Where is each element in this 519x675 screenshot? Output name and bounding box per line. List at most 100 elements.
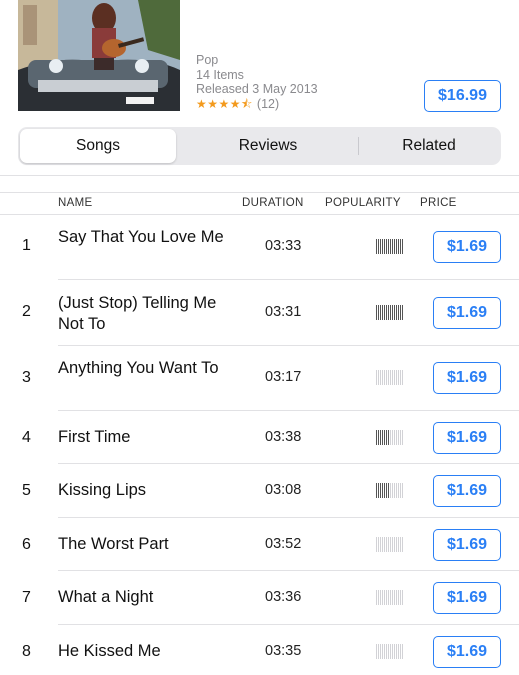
popularity-bar — [384, 430, 385, 445]
column-header-price[interactable]: PRICE — [420, 197, 457, 209]
popularity-bar — [390, 537, 391, 552]
popularity-bar — [382, 370, 383, 385]
album-metadata: Pop 14 Items Released 3 May 2013 ★★★★⯪ (1… — [196, 53, 318, 111]
album-rating[interactable]: ★★★★⯪ (12) — [196, 97, 318, 112]
popularity-bar — [382, 305, 383, 320]
popularity-bar — [376, 430, 377, 445]
popularity-bar — [396, 239, 397, 254]
rating-stars-icon: ★★★★⯪ — [196, 96, 253, 111]
track-title[interactable]: What a Night — [58, 587, 228, 608]
popularity-bar — [378, 483, 379, 498]
track-duration: 03:08 — [265, 482, 302, 498]
popularity-bar — [396, 590, 397, 605]
popularity-bar — [380, 305, 381, 320]
album-artwork[interactable] — [18, 0, 180, 111]
popularity-bar — [396, 537, 397, 552]
popularity-bar — [390, 644, 391, 659]
popularity-bar — [386, 239, 387, 254]
table-row[interactable]: 5 Kissing Lips 03:08 $1.69 — [0, 464, 519, 518]
popularity-bar — [376, 483, 377, 498]
track-duration: 03:36 — [265, 589, 302, 605]
tab-related[interactable]: Related — [359, 129, 499, 163]
track-duration: 03:31 — [265, 304, 302, 320]
popularity-bar — [384, 305, 385, 320]
popularity-bar — [402, 370, 403, 385]
popularity-bar — [400, 370, 401, 385]
track-title[interactable]: (Just Stop) Telling Me Not To — [58, 293, 228, 334]
popularity-bar — [378, 590, 379, 605]
popularity-meter — [376, 483, 404, 498]
track-title[interactable]: He Kissed Me — [58, 641, 228, 662]
popularity-bar — [394, 305, 395, 320]
table-row[interactable]: 3 Anything You Want To 03:17 $1.69 — [0, 346, 519, 411]
tab-songs[interactable]: Songs — [20, 129, 176, 163]
album-genre[interactable]: Pop — [196, 53, 318, 68]
popularity-bar — [386, 644, 387, 659]
table-row[interactable]: 8 He Kissed Me 03:35 $1.69 — [0, 625, 519, 675]
buy-track-button[interactable]: $1.69 — [433, 231, 501, 263]
popularity-bar — [398, 644, 399, 659]
popularity-bar — [378, 537, 379, 552]
table-row[interactable]: 4 First Time 03:38 $1.69 — [0, 411, 519, 464]
popularity-bar — [392, 370, 393, 385]
popularity-bar — [392, 590, 393, 605]
album-artwork-image — [18, 0, 180, 111]
popularity-bar — [380, 590, 381, 605]
popularity-bar — [396, 430, 397, 445]
popularity-bar — [376, 370, 377, 385]
popularity-meter — [376, 239, 404, 254]
column-header-name[interactable]: NAME — [58, 197, 92, 209]
popularity-bar — [388, 537, 389, 552]
popularity-bar — [390, 305, 391, 320]
track-number: 3 — [22, 369, 31, 386]
table-row[interactable]: 1 Say That You Love Me 03:33 $1.69 — [0, 215, 519, 280]
popularity-bar — [376, 537, 377, 552]
buy-track-button[interactable]: $1.69 — [433, 422, 501, 454]
popularity-bar — [396, 483, 397, 498]
track-title[interactable]: Kissing Lips — [58, 480, 228, 501]
track-duration: 03:35 — [265, 643, 302, 659]
track-title[interactable]: First Time — [58, 427, 228, 448]
popularity-bar — [380, 430, 381, 445]
popularity-bar — [384, 537, 385, 552]
buy-track-button[interactable]: $1.69 — [433, 475, 501, 507]
popularity-meter — [376, 537, 404, 552]
column-header-popularity[interactable]: POPULARITY — [325, 197, 401, 209]
rating-count: (12) — [256, 96, 280, 111]
popularity-bar — [376, 644, 377, 659]
popularity-bar — [382, 239, 383, 254]
popularity-bar — [388, 590, 389, 605]
track-duration: 03:17 — [265, 369, 302, 385]
track-title[interactable]: Say That You Love Me — [58, 227, 228, 248]
buy-track-button[interactable]: $1.69 — [433, 297, 501, 329]
popularity-bar — [382, 537, 383, 552]
buy-track-button[interactable]: $1.69 — [433, 529, 501, 561]
track-duration: 03:38 — [265, 429, 302, 445]
popularity-bar — [402, 483, 403, 498]
popularity-bar — [390, 590, 391, 605]
popularity-bar — [390, 239, 391, 254]
buy-track-button[interactable]: $1.69 — [433, 362, 501, 394]
buy-track-button[interactable]: $1.69 — [433, 582, 501, 614]
tab-reviews[interactable]: Reviews — [178, 129, 358, 163]
buy-album-button[interactable]: $16.99 — [424, 80, 501, 112]
popularity-bar — [394, 644, 395, 659]
popularity-bar — [398, 537, 399, 552]
column-header-duration[interactable]: DURATION — [242, 197, 304, 209]
track-number: 4 — [22, 429, 31, 446]
popularity-bar — [398, 430, 399, 445]
table-row[interactable]: 2 (Just Stop) Telling Me Not To 03:31 $1… — [0, 280, 519, 346]
popularity-bar — [398, 239, 399, 254]
popularity-bar — [398, 370, 399, 385]
buy-track-button[interactable]: $1.69 — [433, 636, 501, 668]
header-divider — [0, 192, 519, 193]
table-row[interactable]: 7 What a Night 03:36 $1.69 — [0, 571, 519, 625]
popularity-meter — [376, 370, 404, 385]
track-title[interactable]: Anything You Want To — [58, 358, 228, 379]
popularity-meter — [376, 644, 404, 659]
album-item-count: 14 Items — [196, 67, 244, 82]
popularity-bar — [394, 239, 395, 254]
popularity-bar — [400, 430, 401, 445]
table-row[interactable]: 6 The Worst Part 03:52 $1.69 — [0, 518, 519, 571]
track-title[interactable]: The Worst Part — [58, 534, 228, 555]
